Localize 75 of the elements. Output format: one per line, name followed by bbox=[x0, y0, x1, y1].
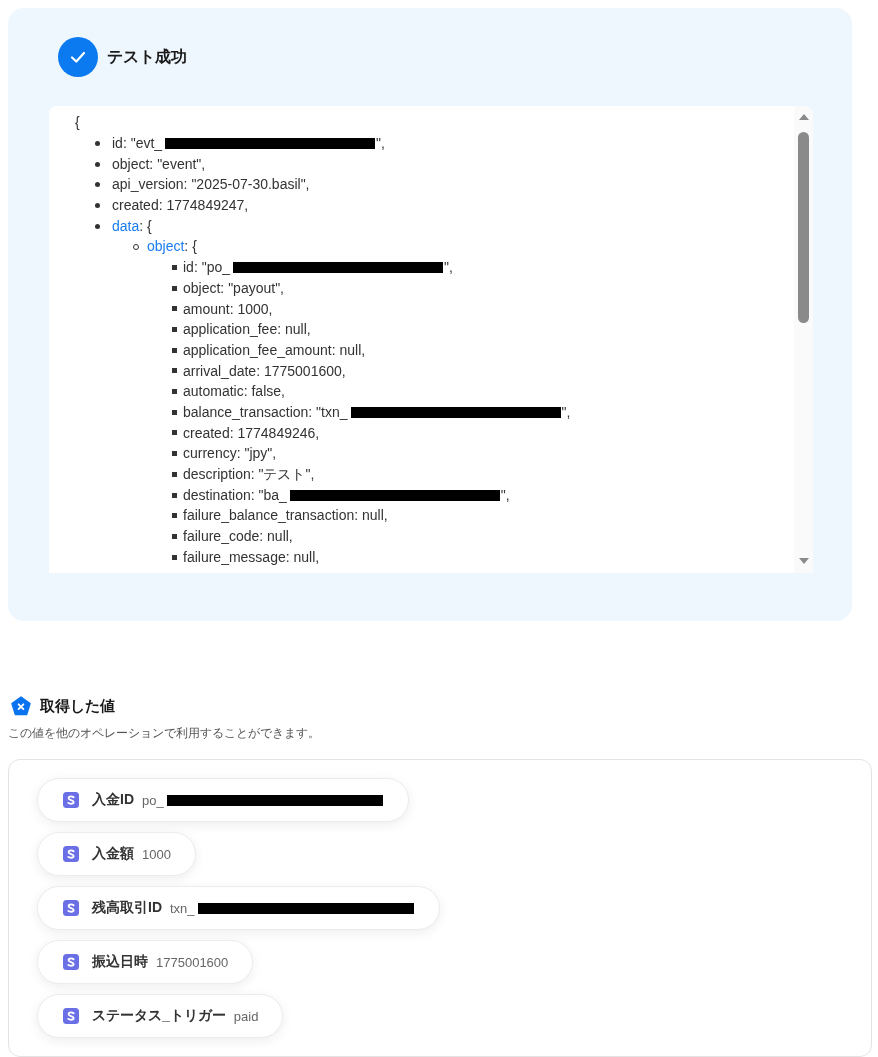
bullet-icon bbox=[95, 223, 100, 229]
section-description: この値を他のオペレーションで利用することができます。 bbox=[8, 726, 321, 741]
bullet-icon bbox=[172, 513, 177, 519]
s-logo-icon bbox=[63, 792, 79, 808]
bullet-icon bbox=[172, 554, 177, 560]
json-line: amount: 1000, bbox=[183, 299, 273, 319]
json-line: application_fee_amount: null, bbox=[183, 340, 366, 360]
json-line: balance_transaction: "txn_ bbox=[183, 402, 348, 422]
chip-value: po_ bbox=[142, 792, 164, 808]
bullet-icon bbox=[172, 347, 177, 353]
json-line: { bbox=[75, 113, 80, 132]
s-logo-icon bbox=[63, 1008, 79, 1024]
json-line: ", bbox=[500, 485, 510, 505]
json-line: : { bbox=[184, 237, 197, 257]
bullet-icon bbox=[172, 306, 177, 312]
json-line: application_fee: null, bbox=[183, 320, 311, 340]
json-line: object: "event", bbox=[112, 154, 206, 174]
bullet-icon bbox=[172, 492, 177, 498]
json-line: currency: "jpy", bbox=[183, 444, 277, 464]
json-line: description: "テスト", bbox=[183, 465, 315, 484]
s-logo-icon bbox=[63, 900, 79, 916]
json-line: api_version: "2025-07-30.basil", bbox=[112, 175, 310, 195]
scrollbar-thumb[interactable] bbox=[798, 132, 809, 323]
bullet-icon bbox=[172, 430, 177, 436]
json-line: destination: "ba_ bbox=[183, 485, 287, 505]
bullet-icon bbox=[95, 202, 100, 208]
check-circle-icon bbox=[58, 37, 98, 77]
scroll-up-arrow-icon[interactable] bbox=[798, 114, 809, 120]
json-line: ", bbox=[444, 258, 453, 278]
json-line: object: "payout", bbox=[183, 278, 284, 298]
json-line: ", bbox=[376, 134, 385, 153]
json-line: created: 1774849247, bbox=[112, 196, 249, 216]
bullet-icon bbox=[172, 533, 177, 539]
bullet-icon bbox=[172, 264, 177, 270]
scrollbar-track[interactable] bbox=[794, 106, 813, 573]
bullet-icon bbox=[172, 451, 177, 457]
chip-value: 1775001600 bbox=[156, 954, 229, 970]
value-chip[interactable]: 入金ID po_ bbox=[37, 778, 409, 822]
json-line: arrival_date: 1775001600, bbox=[183, 361, 346, 381]
bullet-icon bbox=[172, 285, 177, 291]
chip-value: paid bbox=[233, 1008, 259, 1024]
value-chip[interactable]: 振込日時 1775001600 bbox=[37, 940, 254, 984]
bullet-icon bbox=[95, 140, 100, 146]
scroll-down-arrow-icon[interactable] bbox=[798, 558, 809, 564]
bullet-icon bbox=[95, 161, 100, 167]
bullet-icon bbox=[172, 409, 177, 415]
json-line: id: "evt_ bbox=[112, 134, 163, 153]
chip-value: txn_ bbox=[170, 900, 195, 916]
result-title: テスト成功 bbox=[107, 46, 187, 67]
bullet-icon bbox=[172, 368, 177, 374]
chip-value: 1000 bbox=[142, 846, 171, 862]
chip-label: ステータス_トリガー bbox=[92, 1007, 226, 1025]
section-title: 取得した値 bbox=[40, 696, 115, 716]
chip-label: 残高取引ID bbox=[92, 899, 162, 917]
json-line: created: 1774849246, bbox=[183, 423, 320, 443]
chip-label: 振込日時 bbox=[92, 953, 148, 971]
json-line: automatic: false, bbox=[183, 382, 285, 402]
bullet-icon bbox=[95, 182, 100, 188]
s-logo-icon bbox=[63, 846, 79, 862]
chip-label: 入金額 bbox=[92, 845, 134, 863]
value-chip[interactable]: 残高取引ID txn_ bbox=[37, 886, 440, 930]
json-line: id: "po_ bbox=[183, 258, 230, 278]
bullet-icon bbox=[172, 327, 177, 333]
json-line: ", bbox=[561, 402, 571, 422]
pentagon-cross-icon bbox=[11, 696, 31, 716]
bullet-icon bbox=[172, 389, 177, 395]
bullet-icon bbox=[172, 471, 177, 477]
value-chip[interactable]: ステータス_トリガー paid bbox=[37, 994, 284, 1038]
s-logo-icon bbox=[63, 954, 79, 970]
chip-label: 入金ID bbox=[92, 791, 134, 809]
json-line: failure_code: null, bbox=[183, 527, 293, 547]
json-line: : { bbox=[139, 216, 152, 236]
json-line: failure_message: null, bbox=[183, 547, 320, 567]
value-chip[interactable]: 入金額 1000 bbox=[37, 832, 196, 876]
json-line: failure_balance_transaction: null, bbox=[183, 506, 388, 526]
